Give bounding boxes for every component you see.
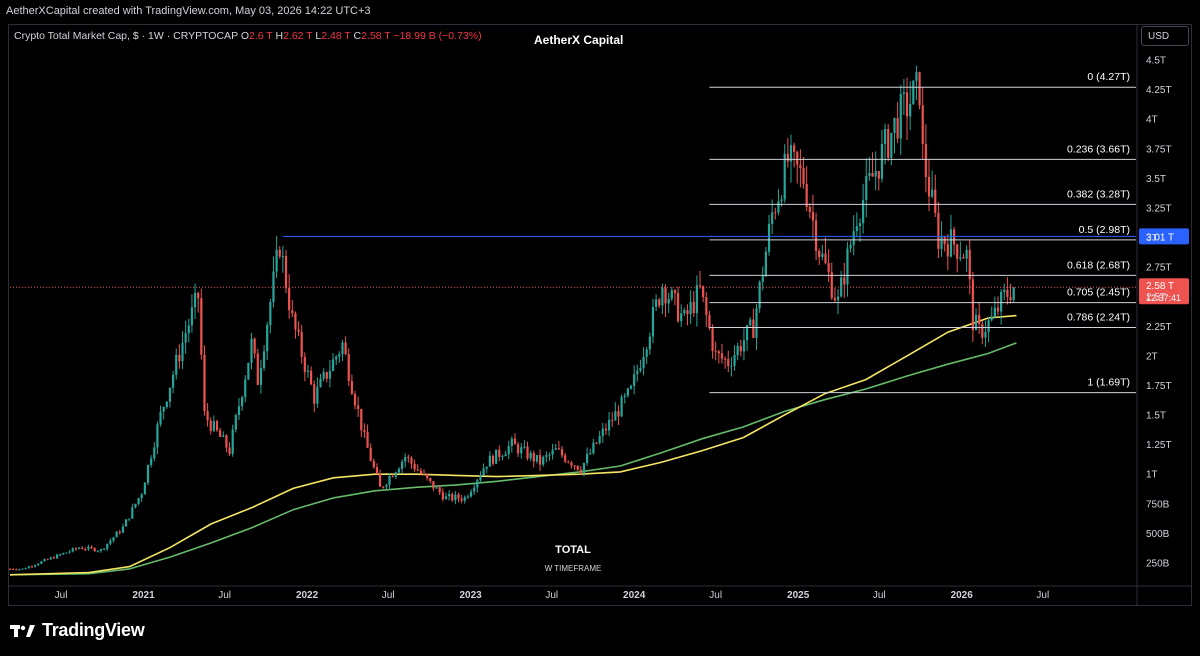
open-value: 2.6 T — [248, 30, 273, 42]
close-label: C — [353, 30, 362, 42]
chart-frame — [8, 24, 1192, 606]
low-value: 2.48 T — [321, 30, 351, 42]
currency-selector[interactable]: USD — [1141, 26, 1189, 46]
symbol-name[interactable]: Crypto Total Market Cap, $ · 1W · CRYPTO… — [14, 30, 238, 42]
open-label: O — [240, 30, 249, 42]
close-value: 2.58 T — [361, 30, 391, 42]
brand-watermark: AetherX Capital — [534, 33, 624, 47]
attribution-text: AetherXCapital created with TradingView.… — [6, 5, 371, 17]
high-value: 2.62 T — [283, 30, 313, 42]
high-label: H — [275, 30, 284, 42]
tradingview-logo[interactable]: TradingView — [10, 620, 145, 641]
tradingview-logo-icon — [10, 624, 35, 637]
tradingview-logo-text: TradingView — [42, 620, 145, 640]
symbol-legend: Crypto Total Market Cap, $ · 1W · CRYPTO… — [14, 30, 482, 42]
change-value: −18.99 B (−0.73%) — [393, 30, 482, 42]
